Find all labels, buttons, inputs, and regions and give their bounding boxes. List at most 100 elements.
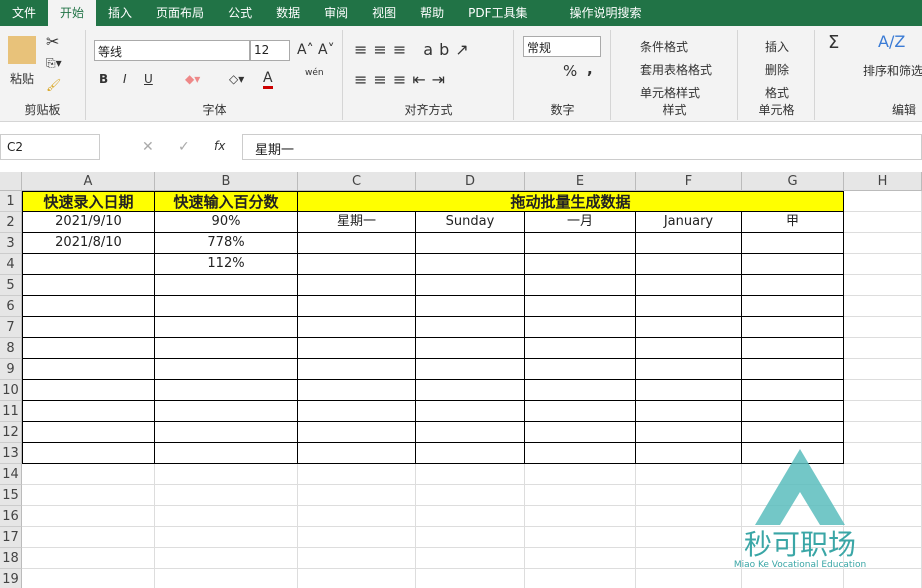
cell-B14[interactable]	[155, 464, 298, 485]
cell-D5[interactable]	[416, 275, 525, 296]
cell-E7[interactable]	[525, 317, 636, 338]
cell-D7[interactable]	[416, 317, 525, 338]
cell-B9[interactable]	[155, 359, 298, 380]
format-painter-icon[interactable]: 🖌	[46, 78, 61, 92]
cell-F17[interactable]	[636, 527, 742, 548]
cell-H6[interactable]	[844, 296, 922, 317]
cell-D2[interactable]: Sunday	[416, 212, 525, 233]
cell-H9[interactable]	[844, 359, 922, 380]
tab-1[interactable]: 开始	[48, 0, 96, 26]
font-name-select[interactable]: 等线	[94, 40, 250, 61]
cell-A16[interactable]	[22, 506, 155, 527]
cell-C14[interactable]	[298, 464, 416, 485]
column-header-B[interactable]: B	[155, 172, 298, 191]
cell-F5[interactable]	[636, 275, 742, 296]
fill-color-icon[interactable]: ◇▾	[229, 72, 244, 86]
cell-B11[interactable]	[155, 401, 298, 422]
cell-A14[interactable]	[22, 464, 155, 485]
cell-D19[interactable]	[416, 569, 525, 588]
tab-5[interactable]: 数据	[264, 0, 312, 26]
cell-B12[interactable]	[155, 422, 298, 443]
conditional-format-button[interactable]: 条件格式	[640, 38, 688, 55]
cell-A13[interactable]	[22, 443, 155, 464]
row-header-3[interactable]: 3	[0, 233, 22, 254]
cell-C8[interactable]	[298, 338, 416, 359]
cell-F9[interactable]	[636, 359, 742, 380]
cell-A10[interactable]	[22, 380, 155, 401]
row-header-19[interactable]: 19	[0, 569, 22, 588]
cell-C19[interactable]	[298, 569, 416, 588]
cell-F2[interactable]: January	[636, 212, 742, 233]
row-header-13[interactable]: 13	[0, 443, 22, 464]
cancel-icon[interactable]: ✕	[142, 139, 154, 155]
cell-E18[interactable]	[525, 548, 636, 569]
cell-H5[interactable]	[844, 275, 922, 296]
format-button[interactable]: 格式	[765, 84, 789, 101]
row-header-8[interactable]: 8	[0, 338, 22, 359]
cell-F8[interactable]	[636, 338, 742, 359]
cell-B19[interactable]	[155, 569, 298, 588]
cell-E6[interactable]	[525, 296, 636, 317]
row-header-11[interactable]: 11	[0, 401, 22, 422]
copy-icon[interactable]: ⎘▾	[46, 56, 62, 71]
cell-style-button[interactable]: 单元格样式	[640, 84, 700, 101]
cell-E16[interactable]	[525, 506, 636, 527]
cell-H8[interactable]	[844, 338, 922, 359]
cell-F10[interactable]	[636, 380, 742, 401]
cell-A3[interactable]: 2021/8/10	[22, 233, 155, 254]
cell-F6[interactable]	[636, 296, 742, 317]
cell-C12[interactable]	[298, 422, 416, 443]
cell-F3[interactable]	[636, 233, 742, 254]
row-header-1[interactable]: 1	[0, 191, 22, 212]
cell-D10[interactable]	[416, 380, 525, 401]
cell-G11[interactable]	[742, 401, 844, 422]
cell-B5[interactable]	[155, 275, 298, 296]
cell-H2[interactable]	[844, 212, 922, 233]
cell-H4[interactable]	[844, 254, 922, 275]
cell-B3[interactable]: 778%	[155, 233, 298, 254]
cell-A12[interactable]	[22, 422, 155, 443]
row-header-12[interactable]: 12	[0, 422, 22, 443]
tab-10[interactable]: 操作说明搜索	[540, 0, 654, 26]
cell-A17[interactable]	[22, 527, 155, 548]
cell-B8[interactable]	[155, 338, 298, 359]
cell-D16[interactable]	[416, 506, 525, 527]
name-box[interactable]: C2	[0, 134, 100, 160]
cell-F14[interactable]	[636, 464, 742, 485]
font-color-icon[interactable]: A	[263, 70, 273, 89]
cell-E15[interactable]	[525, 485, 636, 506]
tab-4[interactable]: 公式	[216, 0, 264, 26]
cell-E4[interactable]	[525, 254, 636, 275]
cell-D18[interactable]	[416, 548, 525, 569]
cell-A7[interactable]	[22, 317, 155, 338]
cell-A6[interactable]	[22, 296, 155, 317]
cell-C4[interactable]	[298, 254, 416, 275]
row-header-16[interactable]: 16	[0, 506, 22, 527]
cell-F19[interactable]	[636, 569, 742, 588]
column-header-H[interactable]: H	[844, 172, 922, 191]
table-format-button[interactable]: 套用表格格式	[640, 61, 712, 78]
cell-E12[interactable]	[525, 422, 636, 443]
insert-button[interactable]: 插入	[765, 38, 789, 55]
row-header-4[interactable]: 4	[0, 254, 22, 275]
column-header-F[interactable]: F	[636, 172, 742, 191]
border-icon[interactable]: ◆▾	[185, 72, 200, 86]
cell-C3[interactable]	[298, 233, 416, 254]
column-header-D[interactable]: D	[416, 172, 525, 191]
cell-D6[interactable]	[416, 296, 525, 317]
vertical-align-icons[interactable]: ≡≡≡ ab↗	[354, 40, 475, 59]
column-header-E[interactable]: E	[525, 172, 636, 191]
cell-D14[interactable]	[416, 464, 525, 485]
cell-E8[interactable]	[525, 338, 636, 359]
cell-A8[interactable]	[22, 338, 155, 359]
cell-E11[interactable]	[525, 401, 636, 422]
column-header-G[interactable]: G	[742, 172, 844, 191]
sort-filter-button[interactable]: 排序和筛选	[863, 62, 922, 79]
cell-C17[interactable]	[298, 527, 416, 548]
cell-H3[interactable]	[844, 233, 922, 254]
cell-B2[interactable]: 90%	[155, 212, 298, 233]
cell-A1[interactable]: 快速录入日期	[22, 191, 155, 212]
row-header-14[interactable]: 14	[0, 464, 22, 485]
cell-B7[interactable]	[155, 317, 298, 338]
select-all-corner[interactable]	[0, 172, 22, 191]
